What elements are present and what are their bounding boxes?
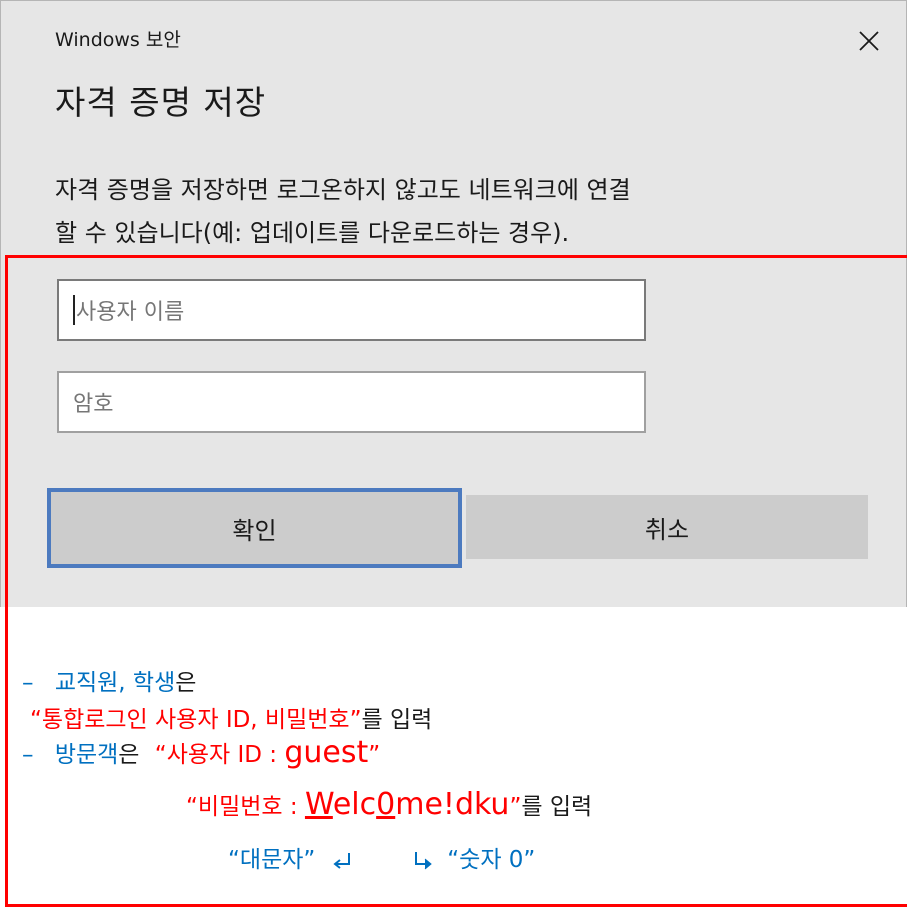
note-pw-uppercase-w: W xyxy=(304,787,333,822)
note-uppercase-hint: “대문자” xyxy=(228,847,316,873)
note-pw-prefix: “비밀번호 : xyxy=(186,794,305,820)
note-password-line: “비밀번호 : Welc0me!dku”를 입력 xyxy=(186,787,592,822)
note-visitor: 방문객 xyxy=(54,742,119,768)
return-arrow-icon xyxy=(333,852,350,869)
note-staff-line: – 교직원, 학생은 xyxy=(22,663,196,697)
close-icon xyxy=(859,31,879,51)
note-particle: 은 xyxy=(118,742,140,768)
dialog-app-title: Windows 보안 xyxy=(55,29,181,51)
instruction-notes: – 교직원, 학생은 “통합로그인 사용자 ID, 비밀번호”를 입력 – 방문… xyxy=(0,607,907,908)
note-sso-line: “통합로그인 사용자 ID, 비밀번호”를 입력 xyxy=(30,700,432,734)
description-line-1: 자격 증명을 저장하면 로그온하지 않고도 네트워크에 연결 xyxy=(55,176,631,204)
note-visitor-id: guest xyxy=(284,735,369,770)
note-digit-hint: “숫자 0” xyxy=(447,847,536,873)
down-right-arrow-icon xyxy=(414,851,432,869)
note-staff-students: 교직원, 학생 xyxy=(54,670,176,696)
note-dash: – xyxy=(22,670,34,696)
note-particle: 은 xyxy=(175,670,197,696)
description-line-2: 할 수 있습니다(예: 업데이트를 다운로드하는 경우). xyxy=(55,219,570,247)
note-sso-credentials: “통합로그인 사용자 ID, 비밀번호” xyxy=(30,707,362,733)
note-pw-suffix: ” xyxy=(509,794,522,820)
note-pw-digit-zero: 0 xyxy=(376,787,396,822)
note-visitor-id-suffix: ” xyxy=(368,742,381,768)
note-enter: 를 입력 xyxy=(521,794,593,820)
note-pw-elc: elc xyxy=(332,787,377,822)
note-hints-line: “대문자” “숫자 0” xyxy=(228,840,535,874)
close-button[interactable] xyxy=(849,21,889,61)
note-pw-rest: me!dku xyxy=(395,787,510,822)
note-enter: 를 입력 xyxy=(361,707,433,733)
note-visitor-line: – 방문객은 “사용자 ID : guest” xyxy=(22,735,380,770)
note-visitor-id-prefix: “사용자 ID : xyxy=(154,742,285,768)
note-dash: – xyxy=(22,742,34,768)
dialog-heading: 자격 증명 저장 xyxy=(55,83,267,122)
dialog-description: 자격 증명을 저장하면 로그온하지 않고도 네트워크에 연결 할 수 있습니다(… xyxy=(55,169,885,255)
